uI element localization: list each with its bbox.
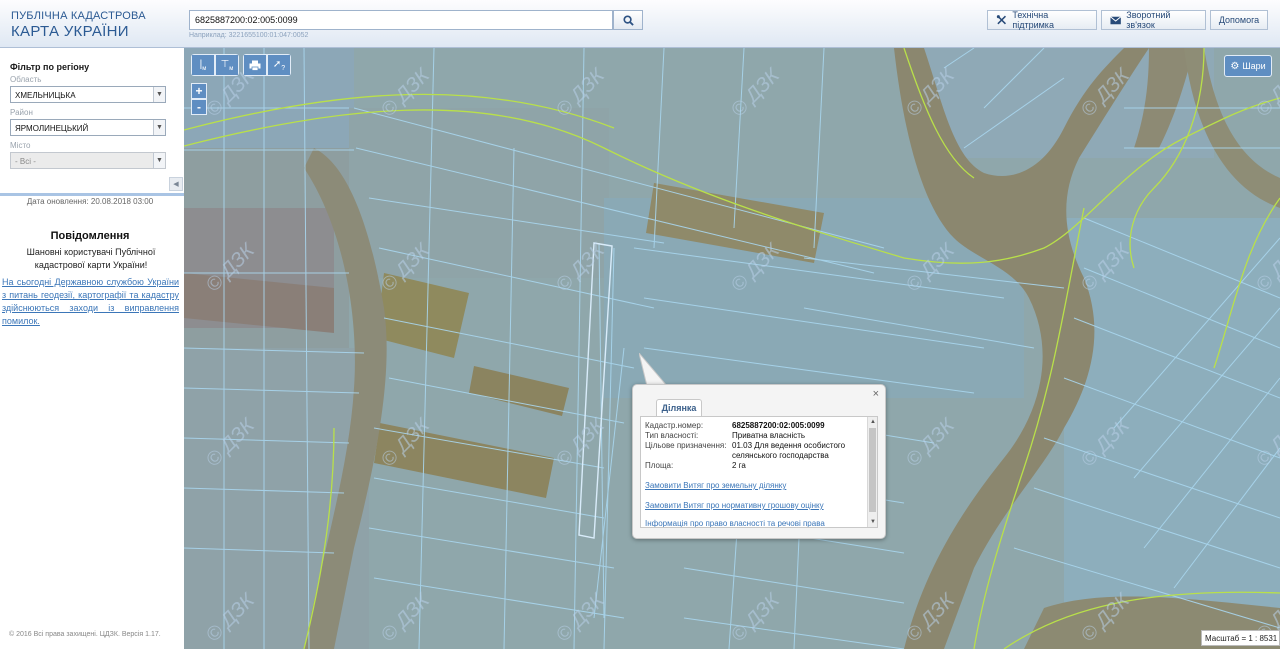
- support-label: Технічна підтримка: [1012, 10, 1054, 30]
- oblast-label: Область: [10, 75, 42, 84]
- map-toolbar: |м ⊤м ➚?: [191, 54, 295, 76]
- search-icon: [622, 14, 634, 26]
- print-button[interactable]: [243, 54, 267, 76]
- collapse-sidebar-button[interactable]: ◀: [169, 177, 183, 191]
- measure-area-button[interactable]: ⊤м: [215, 54, 239, 76]
- feedback-label: Зворотний зв'язок: [1126, 10, 1171, 30]
- header-bar: ПУБЛІЧНА КАДАСТРОВА КАРТА УКРАЇНИ 682588…: [0, 0, 1280, 48]
- cadnum-value: 6825887200:02:005:0099: [732, 421, 825, 430]
- raion-label: Район: [10, 108, 33, 117]
- city-select[interactable]: - Всі - ▼: [10, 152, 166, 169]
- parcel-details: Кадастр.номер: 6825887200:02:005:0099 Ти…: [640, 416, 878, 528]
- area-value: 2 га: [732, 461, 746, 470]
- feedback-button[interactable]: Зворотний зв'язок: [1101, 10, 1206, 30]
- city-label: Місто: [10, 141, 31, 150]
- tools-icon: [996, 15, 1006, 25]
- order-extract-link[interactable]: Замовити Витяг про земельну ділянку: [645, 481, 786, 490]
- parcel-popup: × Ділянка Кадастр.номер: 6825887200:02:0…: [632, 384, 886, 539]
- region-filter: Фільтр по регіону Область ХМЕЛЬНИЦЬКА ▼ …: [0, 48, 184, 196]
- area-ruler-icon: ⊤м: [220, 58, 234, 72]
- search-button[interactable]: [613, 10, 643, 30]
- envelope-icon: [1110, 15, 1122, 24]
- map-view[interactable]: © ДЗК: [184, 48, 1280, 649]
- help-label: Допомога: [1218, 15, 1260, 25]
- logo-line1: ПУБЛІЧНА КАДАСТРОВА: [11, 10, 146, 22]
- chevron-down-icon: ▼: [153, 153, 165, 168]
- chevron-left-icon: ◀: [173, 181, 179, 188]
- update-date: Дата оновлення: 20.08.2018 03:00: [26, 197, 154, 206]
- ownership-key: Тип власності:: [645, 431, 699, 440]
- copyright: © 2016 Всі права захищені. ЦДЗК. Версія …: [9, 631, 161, 638]
- layers-label: Шари: [1242, 61, 1266, 71]
- map-background: © ДЗК: [184, 48, 1280, 649]
- printer-icon: [249, 60, 261, 71]
- identify-button[interactable]: ➚?: [267, 54, 291, 76]
- logo-line2: КАРТА УКРАЇНИ: [11, 23, 129, 40]
- zoom-out-button[interactable]: -: [191, 99, 207, 115]
- notice-title: Повідомлення: [50, 230, 130, 242]
- raion-value: ЯРМОЛИНЕЦЬКИЙ: [15, 124, 89, 133]
- oblast-select[interactable]: ХМЕЛЬНИЦЬКА ▼: [10, 86, 166, 103]
- order-valuation-link[interactable]: Замовити Витяг про нормативну грошову оц…: [645, 501, 824, 510]
- oblast-value: ХМЕЛЬНИЦЬКА: [15, 91, 76, 100]
- layers-button[interactable]: ⚙ Шари: [1224, 55, 1272, 77]
- purpose-value: 01.03 Для ведення особистого селянського…: [732, 441, 846, 460]
- search-example: Наприклад: 3221655100:01:047:0052: [189, 32, 309, 39]
- ownership-value: Приватна власність: [732, 431, 806, 440]
- app-logo[interactable]: ПУБЛІЧНА КАДАСТРОВА КАРТА УКРАЇНИ: [11, 10, 146, 40]
- scroll-thumb[interactable]: [869, 428, 876, 512]
- purpose-key: Цільове призначення:: [645, 441, 727, 450]
- notice-greeting: Шановні користувачі Публічної кадастрово…: [26, 247, 156, 270]
- notice-link[interactable]: На сьогодні Державною службою України з …: [2, 276, 179, 328]
- zoom-in-button[interactable]: +: [191, 83, 207, 99]
- cadastral-search-input[interactable]: 6825887200:02:005:0099: [189, 10, 613, 30]
- raion-select[interactable]: ЯРМОЛИНЕЦЬКИЙ ▼: [10, 119, 166, 136]
- chevron-down-icon: ▼: [153, 87, 165, 102]
- scroll-down-icon[interactable]: ▼: [868, 517, 877, 527]
- support-button[interactable]: Технічна підтримка: [987, 10, 1097, 30]
- help-button[interactable]: Допомога: [1210, 10, 1268, 30]
- zoom-control: + -: [191, 83, 207, 115]
- ruler-icon: |м: [199, 58, 207, 72]
- area-key: Площа:: [645, 461, 674, 470]
- filter-title: Фільтр по регіону: [10, 62, 90, 72]
- ownership-rights-link[interactable]: Інформація про право власності та речові…: [645, 519, 825, 527]
- gear-icon: ⚙: [1230, 60, 1240, 72]
- chevron-down-icon: ▼: [153, 120, 165, 135]
- city-value: - Всі -: [15, 157, 36, 166]
- tab-parcel[interactable]: Ділянка: [656, 399, 702, 416]
- cursor-info-icon: ➚?: [272, 58, 286, 72]
- scale-indicator: Масштаб = 1 : 8531: [1201, 630, 1280, 646]
- close-icon[interactable]: ×: [873, 388, 879, 400]
- popup-scrollbar[interactable]: ▲ ▼: [867, 417, 877, 527]
- cadnum-key: Кадастр.номер:: [645, 421, 704, 430]
- measure-line-button[interactable]: |м: [191, 54, 215, 76]
- sidebar: Фільтр по регіону Область ХМЕЛЬНИЦЬКА ▼ …: [0, 48, 184, 649]
- scroll-up-icon[interactable]: ▲: [868, 417, 877, 427]
